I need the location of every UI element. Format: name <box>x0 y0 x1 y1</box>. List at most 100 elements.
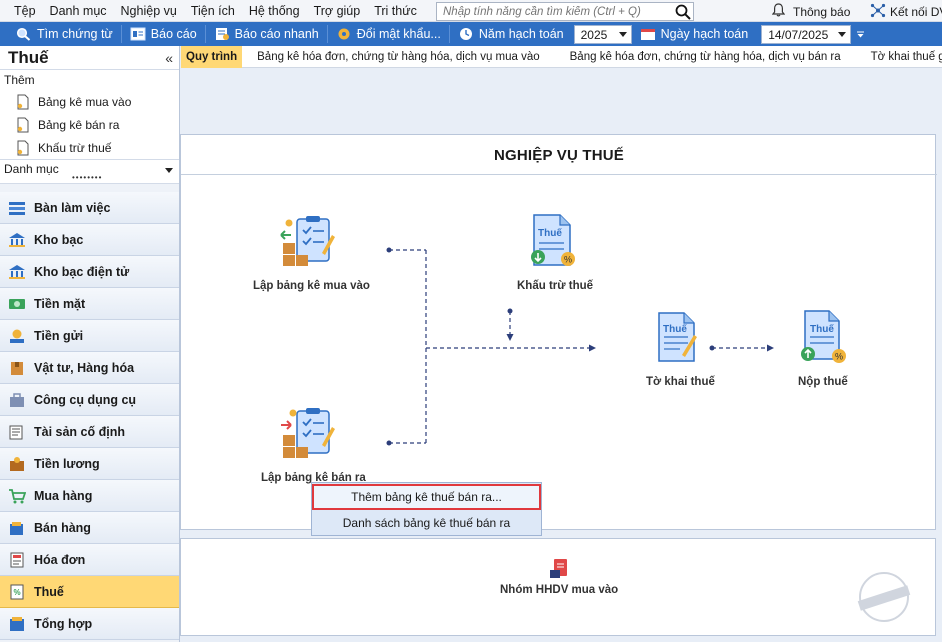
nav-item-label: Tiền mặt <box>34 296 86 311</box>
tax-deduction-label[interactable]: Khấu trừ thuế <box>517 280 593 292</box>
add-section-title: Thêm <box>4 73 35 87</box>
report-button[interactable]: Báo cáo <box>122 22 205 46</box>
resize-grip-icon[interactable]: •••••••• <box>72 173 102 182</box>
fiscal-year-label: Năm hạch toán <box>478 27 564 41</box>
fiscal-year-button[interactable]: Năm hạch toán <box>450 22 572 46</box>
nav-item-treasury[interactable]: Kho bạc <box>0 224 179 256</box>
tab-vat-declaration[interactable]: Tờ khai thuế giá trị gia <box>856 46 942 68</box>
hhdv-group-label[interactable]: Nhóm HHDV mua vào <box>500 584 618 596</box>
nav-item-goods[interactable]: Vật tư, Hàng hóa <box>0 352 179 384</box>
tax-icon-text: Thuế <box>663 323 687 335</box>
nav-item-fixed-assets[interactable]: Tài sản cố định <box>0 416 179 448</box>
toolbar-overflow-icon[interactable] <box>855 22 865 46</box>
nav-item-label: Công cụ dụng cụ <box>34 392 137 407</box>
search-icon[interactable] <box>672 2 694 21</box>
add-sales-tax-list-menu-item[interactable]: Thêm bảng kê thuế bán ra... <box>312 484 541 510</box>
sales-list-popup-menu: Thêm bảng kê thuế bán ra... Danh sách bả… <box>311 482 542 536</box>
accounting-date-label: Ngày hạch toán <box>660 27 749 41</box>
add-sales-list-link[interactable]: Bảng kê bán ra <box>0 113 179 136</box>
accounting-date-picker[interactable]: 14/07/2025 <box>761 24 852 44</box>
fiscal-year-select[interactable]: 2025 <box>573 24 632 44</box>
tab-purchase-list[interactable]: Bảng kê hóa đơn, chứng từ hàng hóa, dịch… <box>242 46 555 68</box>
deposit-icon <box>7 327 27 345</box>
menu-system[interactable]: Hệ thống <box>242 0 307 22</box>
bell-icon <box>771 3 786 20</box>
nav-item-label: Thuế <box>34 584 64 599</box>
nav-item-salary[interactable]: Tiền lương <box>0 448 179 480</box>
sidebar-header: Thuế « <box>0 46 179 70</box>
goods-icon <box>7 359 27 377</box>
connect-label: Kết nối DV <box>890 5 942 19</box>
tax-payment-label[interactable]: Nộp thuế <box>798 376 848 388</box>
tax-form-icon: Thuế <box>658 312 697 362</box>
tax-payment-node[interactable]: % Thuế <box>797 309 849 368</box>
tax-icon: % <box>7 583 27 601</box>
nav-item-deposit[interactable]: Tiền gửi <box>0 320 179 352</box>
document-icon <box>16 117 30 133</box>
connect-service-button[interactable]: Kết nối DV <box>870 3 942 21</box>
nav-item-tools[interactable]: Công cụ dụng cụ <box>0 384 179 416</box>
sidebar-title: Thuế <box>8 47 49 67</box>
nav-item-summary[interactable]: Tổng hợp <box>0 608 179 640</box>
nav-item-invoice[interactable]: Hóa đơn <box>0 544 179 576</box>
tab-bar: Quy trình Bảng kê hóa đơn, chứng từ hàng… <box>181 45 942 68</box>
notification-button[interactable]: Thông báo <box>771 3 851 20</box>
feature-search-input[interactable] <box>436 2 694 21</box>
document-icon <box>16 94 30 110</box>
tax-payment-icon: % Thuế <box>801 310 846 363</box>
menu-help[interactable]: Trợ giúp <box>307 0 368 22</box>
nav-item-label: Tài sản cố định <box>34 424 125 439</box>
tab-sales-list[interactable]: Bảng kê hóa đơn, chứng từ hàng hóa, dịch… <box>555 46 856 68</box>
sales-list-node[interactable] <box>279 405 339 464</box>
hhdv-panel: Nhóm HHDV mua vào <box>180 538 936 636</box>
tax-deduction-node[interactable]: % Thuế <box>528 213 578 272</box>
accounting-date-value: 14/07/2025 <box>768 27 829 42</box>
purchase-list-label[interactable]: Lập bảng kê mua vào <box>253 280 370 292</box>
hhdv-invoice-icon[interactable] <box>548 558 570 583</box>
clipboard-boxes-icon <box>281 408 335 458</box>
collapse-sidebar-button[interactable]: « <box>165 50 173 66</box>
nav-item-sales[interactable]: Bán hàng <box>0 512 179 544</box>
sidebar: Thuế « Thêm Bảng kê mua vào Bảng kê bán … <box>0 46 180 642</box>
nav-item-label: Kho bạc <box>34 232 84 247</box>
desk-icon <box>7 199 27 217</box>
salary-icon <box>7 455 27 473</box>
find-voucher-button[interactable]: Tìm chứng từ <box>0 22 121 46</box>
nav-item-purchase[interactable]: Mua hàng <box>0 480 179 512</box>
magnifier-icon <box>16 27 32 41</box>
nav-item-tax[interactable]: % Thuế <box>0 576 179 608</box>
tab-process[interactable]: Quy trình <box>181 45 243 68</box>
menu-file[interactable]: Tệp <box>0 0 43 22</box>
sales-tax-list-menu-item[interactable]: Danh sách bảng kê thuế bán ra <box>312 510 541 536</box>
menu-utilities[interactable]: Tiện ích <box>184 0 242 22</box>
nav-item-label: Vật tư, Hàng hóa <box>34 360 135 375</box>
menu-category[interactable]: Danh mục <box>43 0 114 22</box>
category-dropdown[interactable]: Danh mục •••••••• <box>0 160 179 184</box>
cart-icon <box>7 487 27 505</box>
sales-icon <box>7 519 27 537</box>
change-password-button[interactable]: Đổi mật khẩu... <box>328 22 449 46</box>
purchase-list-node[interactable] <box>279 213 339 272</box>
notification-label: Thông báo <box>793 4 851 19</box>
fiscal-year-value: 2025 <box>580 27 608 42</box>
menu-knowledge[interactable]: Tri thức <box>367 0 424 22</box>
nav-item-cash[interactable]: Tiền mặt <box>0 288 179 320</box>
quick-report-button[interactable]: Báo cáo nhanh <box>206 22 327 46</box>
watermark-seal-icon <box>850 567 918 627</box>
add-purchase-list-link[interactable]: Bảng kê mua vào <box>0 90 179 113</box>
tax-declaration-label[interactable]: Tờ khai thuế <box>646 376 715 388</box>
tax-icon-text: Thuế <box>810 323 834 335</box>
tax-declaration-node[interactable]: Thuế <box>656 311 698 366</box>
menu-operations[interactable]: Nghiệp vụ <box>114 0 184 22</box>
quick-report-label: Báo cáo nhanh <box>234 27 319 41</box>
chevron-down-icon <box>618 31 627 37</box>
nav-item-desk[interactable]: Bàn làm việc <box>0 192 179 224</box>
find-voucher-label: Tìm chứng từ <box>37 27 113 41</box>
add-tax-deduction-link[interactable]: Khấu trừ thuế <box>0 136 179 159</box>
tax-icon-text: Thuế <box>538 227 562 239</box>
nav-item-label: Bán hàng <box>34 520 91 535</box>
toolbar: Tìm chứng từ Báo cáo Báo cáo nhanh Đổi m… <box>0 22 942 46</box>
clock-icon <box>458 27 474 41</box>
nav-item-e-treasury[interactable]: Kho bạc điện tử <box>0 256 179 288</box>
accounting-date-button[interactable]: Ngày hạch toán <box>632 22 757 46</box>
